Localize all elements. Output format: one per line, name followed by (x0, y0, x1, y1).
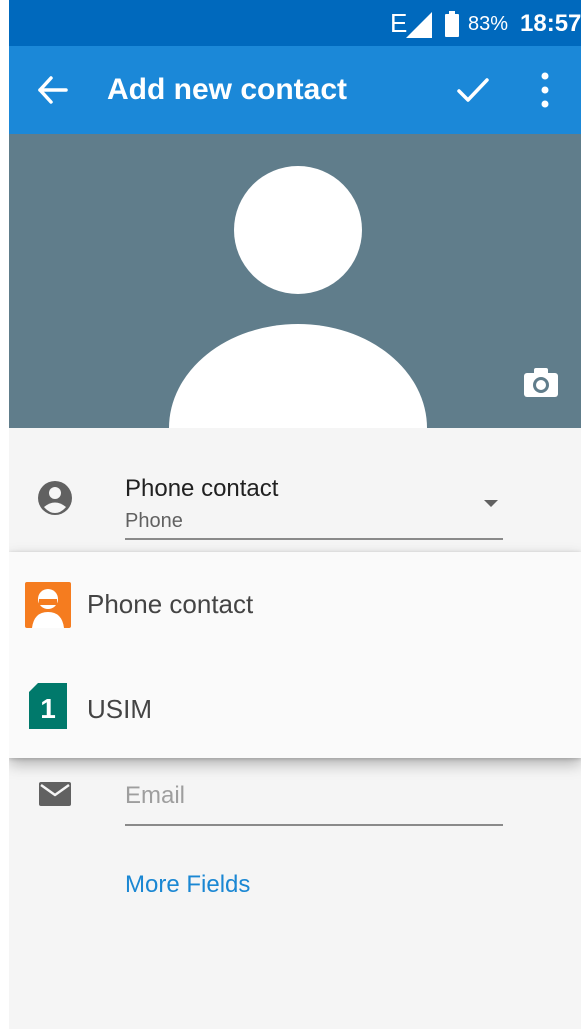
email-underline (125, 824, 503, 826)
account-type-value: Phone (125, 510, 183, 532)
clock: 18:57 (520, 10, 581, 37)
save-button[interactable] (451, 68, 495, 112)
sim-1-icon: 1 (29, 683, 67, 729)
camera-icon (524, 368, 558, 397)
contact-editor: E 83% 18:57 Add new contact Phone contac… (9, 0, 581, 1029)
back-button[interactable] (31, 68, 75, 112)
more-options-button[interactable] (525, 66, 565, 114)
account-type-label: Phone contact (125, 475, 279, 502)
email-icon (39, 782, 71, 806)
account-underline (125, 538, 503, 540)
dropdown-arrow-icon[interactable] (481, 496, 501, 510)
sim-slot-number: 1 (40, 693, 56, 724)
network-type: E (390, 8, 408, 38)
more-fields-button[interactable]: More Fields (125, 870, 250, 900)
battery-percent: 83% (468, 13, 509, 35)
avatar-placeholder-body (169, 324, 427, 428)
menu-item-phone-contact[interactable]: Phone contact (9, 552, 581, 655)
menu-item-label: Phone contact (87, 589, 254, 619)
menu-item-label: USIM (87, 694, 152, 724)
status-bar: E 83% 18:57 (9, 0, 581, 46)
menu-item-usim[interactable]: 1 USIM (9, 655, 581, 758)
screen: E 83% 18:57 Add new contact Phone contac… (0, 0, 581, 1029)
page-title: Add new contact (107, 73, 348, 106)
more-vert-icon (541, 72, 549, 108)
check-icon (457, 78, 489, 102)
app-bar: Add new contact (9, 46, 581, 134)
avatar-placeholder-head (234, 166, 362, 294)
signal-icon (406, 12, 432, 38)
change-photo-button[interactable] (521, 362, 561, 402)
arrow-left-icon (38, 76, 68, 104)
email-field[interactable] (125, 776, 503, 816)
contact-photo[interactable] (9, 134, 581, 428)
account-dropdown-menu: Phone contact 1 USIM (9, 552, 581, 758)
account-circle-icon (38, 481, 72, 515)
phone-contact-icon (25, 582, 71, 628)
battery-icon (445, 11, 459, 37)
